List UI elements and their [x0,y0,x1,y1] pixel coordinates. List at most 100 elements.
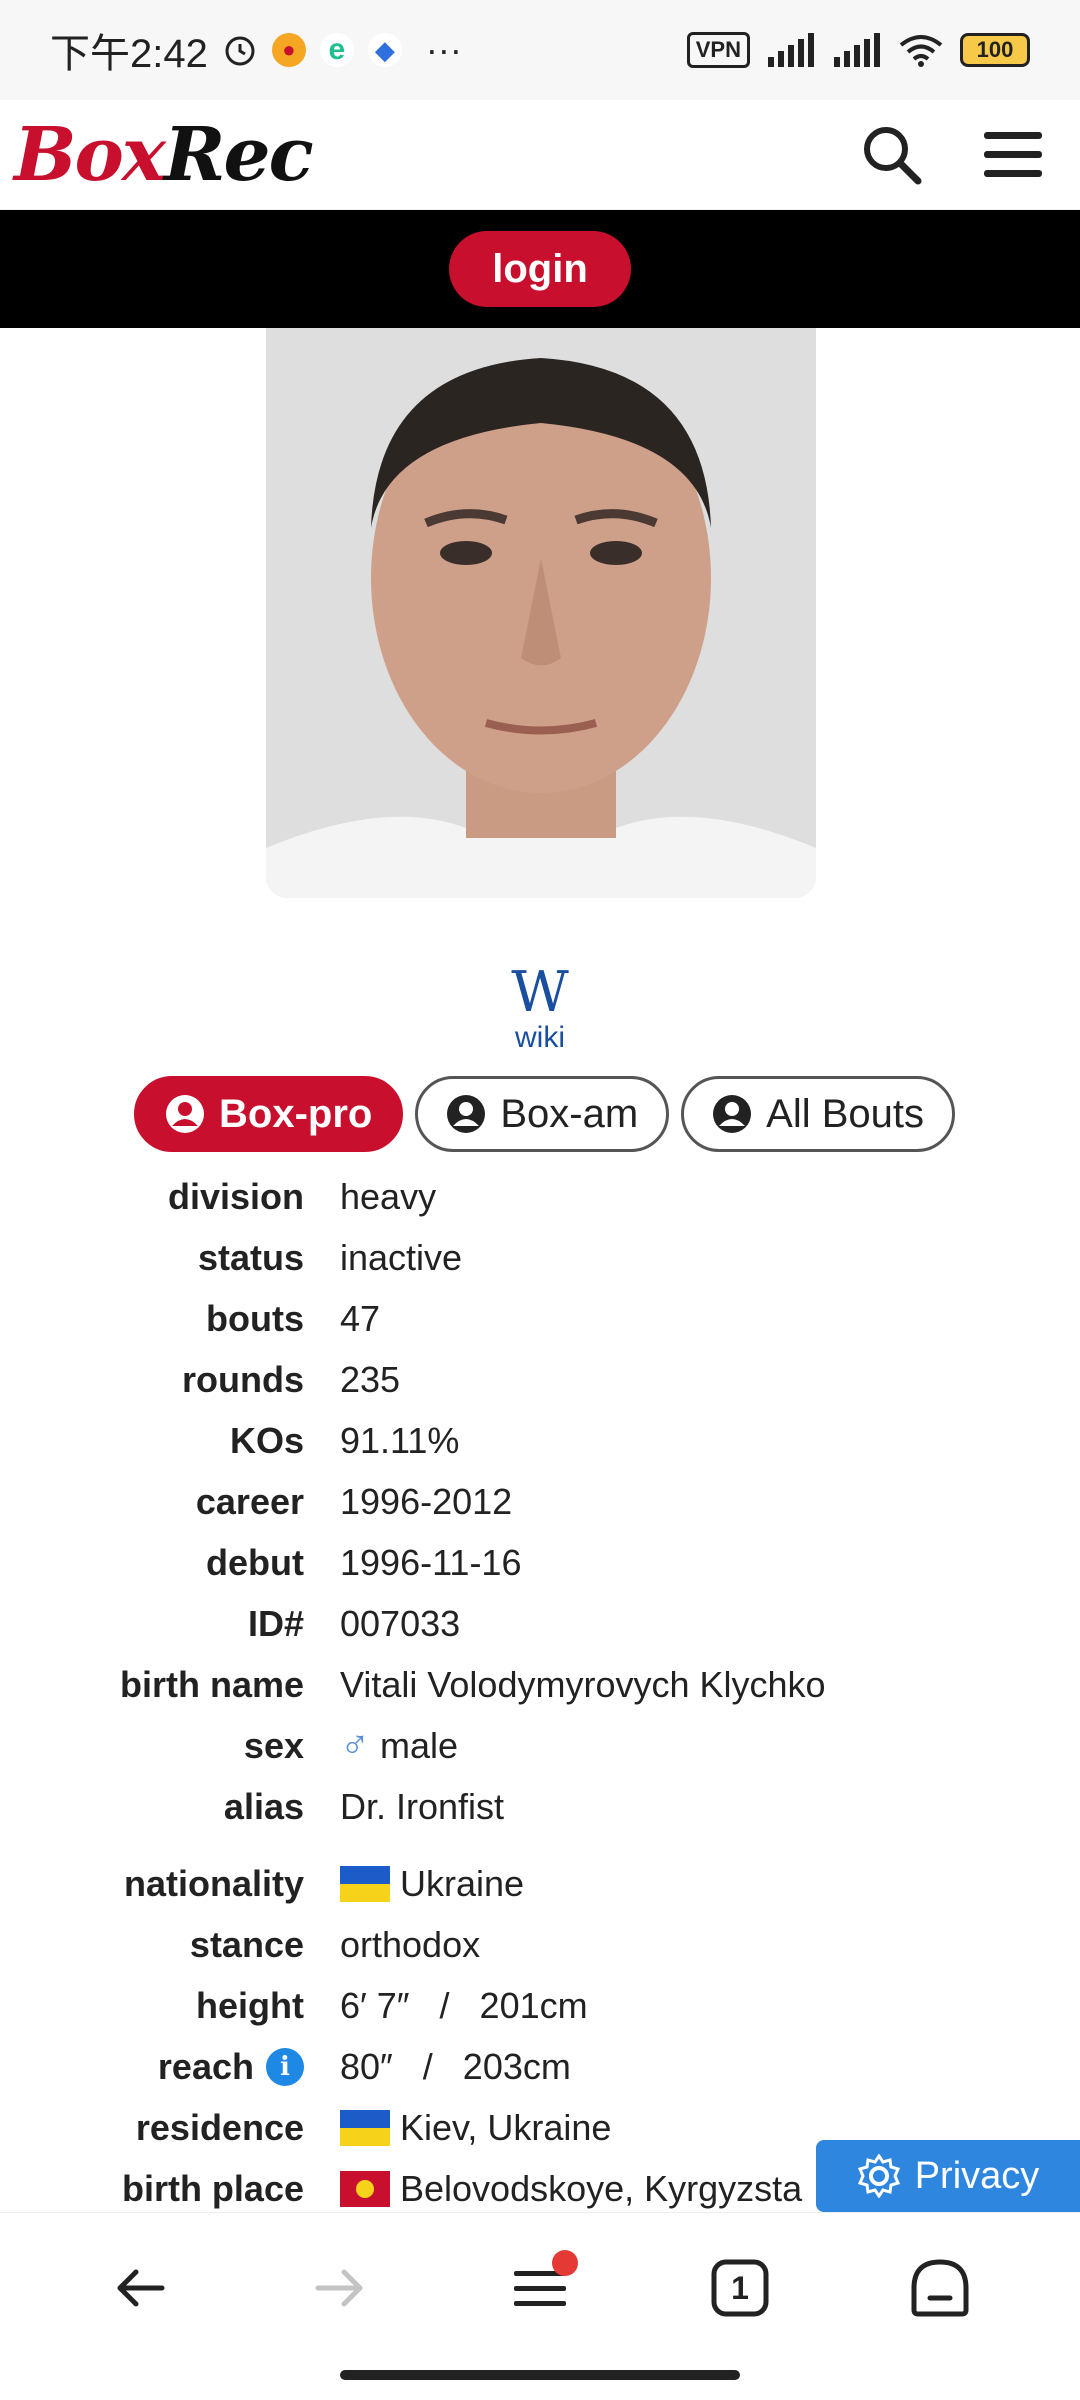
login-button[interactable]: login [449,231,631,307]
hamburger-menu-icon[interactable] [984,130,1042,180]
info-value: 235 [340,1359,400,1401]
home-indicator[interactable] [340,2370,740,2380]
info-label: birth place [121,2167,304,2209]
info-value: 007033 [340,1603,460,1645]
info-value: 1996-2012 [340,1481,512,1523]
boxrec-logo[interactable]: BoxRec [14,118,314,192]
arrow-left-icon [117,2269,165,2307]
height-value: 6′ 7″ / 201cm [340,1984,588,2026]
nav-row: 1 [0,2213,1080,2363]
reach-label: reach [157,2045,254,2087]
weibo-icon: ● [271,33,306,67]
info-label: bouts [206,1297,304,1339]
info-label: alias [223,1785,304,1827]
boxer-photo [266,328,816,898]
info-value: 80″ / 203cm [340,2046,571,2088]
vpn-icon: VPN [686,32,750,68]
logo-rec-text: Rec [164,111,314,198]
ukraine-flag-icon [340,2109,390,2146]
info-label: birth name [119,1663,304,1705]
tab-box-pro-label: Box-pro [219,1091,373,1136]
forward-button[interactable] [300,2248,380,2328]
info-row-stance: stance orthodox [0,1914,1080,1975]
info-label: KOs [229,1419,304,1461]
info-icon[interactable]: i [266,2047,304,2086]
edge-browser-icon: e [319,33,354,67]
nationality-value[interactable]: Ukraine [400,1863,524,1905]
boxer-portrait-image [266,328,816,898]
tab-box-am-label: Box-am [500,1091,639,1136]
info-label: ID# [247,1602,304,1644]
info-row-career: career 1996-2012 [0,1471,1080,1532]
privacy-button[interactable]: Privacy [816,2140,1080,2212]
status-left: 下午2:42 ● e ◆ ··· [50,21,462,79]
info-row-rounds: rounds 235 [0,1349,1080,1410]
stance-value: orthodox [340,1923,481,1965]
info-label: height [196,1984,304,2026]
info-value: inactive [340,1237,462,1279]
tab-box-am[interactable]: Box-am [415,1076,670,1152]
arrow-right-icon [315,2269,363,2307]
info-row-status: status inactive [0,1227,1080,1288]
user-circle-icon [713,1095,752,1133]
male-icon: ♂ [340,1723,370,1767]
back-button[interactable] [100,2248,180,2328]
notification-dot [552,2250,578,2276]
bouts-value: 47 [340,1297,381,1339]
baidu-icon: ◆ [367,33,402,67]
info-value[interactable]: Ukraine [340,1863,524,1905]
info-label: stance [189,1923,304,1965]
wikipedia-icon: W [511,960,569,1025]
kos-value: 91.11% [340,1419,460,1461]
info-row-id: ID# 007033 [0,1593,1080,1654]
info-label: status [197,1236,304,1278]
home-icon [911,2259,969,2317]
career-value: 1996-2012 [340,1480,513,1522]
info-label: career [195,1480,304,1522]
info-row-sex: sex ♂ male [0,1715,1080,1776]
info-value: 1996-11-16 [340,1542,521,1584]
gear-icon [857,2154,900,2198]
info-label: nationality [123,1862,304,1904]
signal-icon [768,33,814,67]
reach-value: 80″ / 203cm [340,2045,571,2087]
info-value: ♂ male [340,1723,458,1768]
info-row-debut: debut 1996-11-16 [0,1532,1080,1593]
info-value[interactable]: Kiev, Ukraine [340,2107,611,2149]
info-row-alias: alias Dr. Ironfist [0,1776,1080,1837]
status-right: VPN 100 [686,32,1030,68]
info-label: debut [206,1541,304,1583]
sex-value: male [380,1724,459,1766]
info-value: Dr. Ironfist [340,1786,504,1828]
info-row-height: height 6′ 7″ / 201cm [0,1975,1080,2036]
birth-place-value[interactable]: Belovodskoye, Kyrgyzsta [400,2168,802,2210]
user-circle-icon [166,1095,204,1133]
battery-level: 100 [976,37,1014,62]
info-value: 91.11% [340,1420,459,1462]
header-actions [860,123,1042,187]
info-label: rounds [182,1358,304,1400]
info-value: 47 [340,1298,380,1340]
menu-button[interactable] [500,2248,580,2328]
signal-hd-icon [834,33,880,67]
info-label: sex [243,1724,304,1766]
tab-all-bouts-label: All Bouts [766,1091,924,1136]
info-label: division [167,1175,304,1217]
info-value[interactable]: Belovodskoye, Kyrgyzsta [340,2168,802,2210]
info-value: orthodox [340,1924,480,1966]
residence-value[interactable]: Kiev, Ukraine [400,2107,611,2149]
rounds-value: 235 [340,1358,401,1400]
alias-value: Dr. Ironfist [340,1785,505,1827]
wiki-link[interactable]: W wiki [490,965,590,1055]
search-icon[interactable] [860,123,924,187]
tab-all-bouts[interactable]: All Bouts [681,1076,955,1152]
info-value: 6′ 7″ / 201cm [340,1985,588,2027]
tabs-button[interactable]: 1 [700,2248,780,2328]
tab-box-pro[interactable]: Box-pro [134,1076,404,1152]
login-bar: login [0,210,1080,328]
info-value[interactable]: heavy [340,1176,436,1218]
info-row-birth-name: birth name Vitali Volodymyrovych Klychko [0,1654,1080,1715]
home-button[interactable] [900,2248,980,2328]
status-bar: 下午2:42 ● e ◆ ··· VPN 100 [0,0,1080,100]
division-value[interactable]: heavy [340,1176,436,1218]
